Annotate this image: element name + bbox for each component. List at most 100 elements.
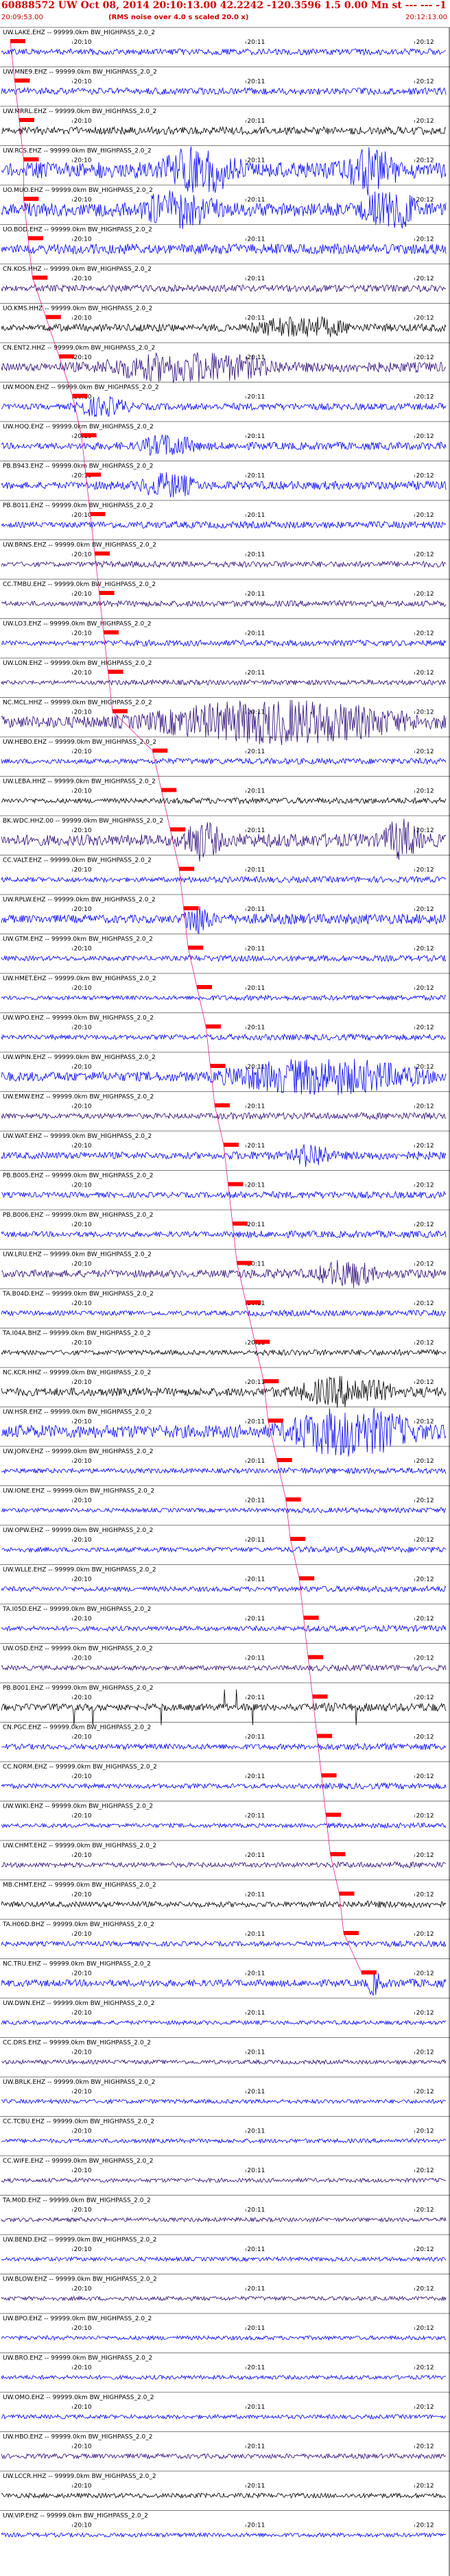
time-tick-label: 20:10 — [74, 1773, 92, 1780]
trace-label: NC.KCR.HHZ -- 99999.0km BW_HIGHPASS_2.0_… — [3, 1370, 151, 1376]
trace-label: NC.TRU.EHZ -- 99999.0km BW_HIGHPASS_2.0_… — [3, 1961, 151, 1968]
time-tick-label: 20:11 — [247, 1655, 265, 1662]
time-tick-label: 20:12 — [416, 552, 434, 559]
waveform — [1, 190, 447, 230]
waveform — [1, 315, 447, 337]
time-tick-label: 20:10 — [74, 512, 92, 519]
pick-marker — [81, 433, 97, 437]
pick-marker — [113, 709, 128, 714]
time-tick-label: 20:10 — [74, 827, 92, 834]
time-tick-label: 20:12 — [416, 827, 434, 834]
time-tick-label: 20:12 — [416, 2167, 434, 2174]
time-tick-label: 20:10 — [74, 1655, 92, 1662]
pick-marker — [343, 1931, 359, 1935]
pick-marker — [19, 118, 34, 122]
time-tick-label: 20:11 — [247, 2010, 265, 2017]
time-tick-label: 20:12 — [416, 1340, 434, 1347]
time-tick-label: 20:11 — [247, 749, 265, 755]
time-tick-label: 20:12 — [416, 1379, 434, 1386]
trace-label: UW.HBO.EHZ -- 99999.0km BW_HIGHPASS_2.0_… — [3, 2434, 152, 2441]
waveform — [1, 472, 447, 498]
time-tick-label: 20:10 — [74, 1616, 92, 1623]
time-tick-label: 20:11 — [247, 1616, 265, 1623]
time-tick-label: 20:10 — [74, 2444, 92, 2451]
waveform — [1, 1376, 447, 1408]
pick-marker — [268, 1418, 283, 1423]
trace-label: UW.EMW.EHZ -- 99999.0km BW_HIGHPASS_2.0_… — [3, 1094, 154, 1101]
waveform — [1, 243, 447, 255]
waveform — [1, 906, 447, 934]
trace-label: TA.I05D.EHZ -- 99999.0km BW_HIGHPASS_2.0… — [2, 1606, 151, 1613]
time-tick-label: 20:12 — [416, 1892, 434, 1899]
time-tick-label: 20:11 — [247, 1931, 265, 1938]
time-tick-label: 20:12 — [416, 1300, 434, 1307]
trace-label: UW.WAT.EHZ -- 99999.0km BW_HIGHPASS_2.0_… — [3, 1133, 152, 1140]
trace-label: CC.DRS.EHZ -- 99999.0km BW_HIGHPASS_2.0_… — [3, 2040, 151, 2047]
waveform — [1, 2295, 447, 2302]
time-tick-label: 20:10 — [74, 591, 92, 598]
time-tick-label: 20:12 — [416, 1616, 434, 1623]
time-tick-label: 20:11 — [247, 1892, 265, 1899]
waveform — [1, 2335, 446, 2342]
trace-label: PB.B001.EHZ -- 99999.0km BW_HIGHPASS_2.0… — [3, 1685, 153, 1692]
waveform — [1, 1970, 447, 1996]
trace-label: UW.BRLK.EHZ -- 99999.0km BW_HIGHPASS_2.0… — [3, 2079, 155, 2086]
time-tick-label: 20:10 — [74, 749, 92, 755]
time-tick-label: 20:12 — [416, 867, 434, 874]
time-tick-label: 20:10 — [74, 1143, 92, 1150]
waveform — [1, 2531, 447, 2538]
waveform — [1, 1585, 447, 1593]
time-tick-label: 20:10 — [74, 2207, 92, 2214]
time-tick-label: 20:11 — [247, 1498, 265, 1505]
time-tick-label: 20:10 — [74, 1379, 92, 1386]
trace-label: UW.WPIN.EHZ -- 99999.0km BW_HIGHPASS_2.0… — [3, 1054, 156, 1061]
pick-marker — [59, 354, 75, 359]
pick-marker — [99, 591, 115, 595]
time-tick-label: 20:12 — [416, 1419, 434, 1426]
pick-marker — [27, 236, 43, 241]
trace-label: CN.PGC.EHZ -- 99999.0km BW_HIGHPASS_2.0_… — [3, 1725, 151, 1731]
time-tick-label: 20:11 — [247, 1458, 265, 1465]
waveform — [1, 1348, 447, 1357]
waveform — [1, 1742, 447, 1751]
time-tick-label: 20:11 — [247, 1182, 265, 1189]
waveform — [1, 2492, 447, 2499]
waveform — [1, 639, 447, 647]
time-tick-label: 20:11 — [247, 552, 265, 559]
waveform — [1, 1689, 447, 1725]
pick-marker — [263, 1379, 279, 1383]
time-tick-label: 20:12 — [416, 2089, 434, 2095]
time-tick-label: 20:10 — [74, 1734, 92, 1741]
time-tick-label: 20:10 — [74, 1340, 92, 1347]
pick-marker — [321, 1773, 337, 1777]
time-tick-label: 20:10 — [74, 1300, 92, 1307]
pick-marker — [206, 1024, 222, 1029]
pick-marker — [246, 1300, 261, 1304]
time-tick-label: 20:12 — [416, 2483, 434, 2490]
time-tick-label: 20:11 — [247, 197, 265, 204]
time-tick-label: 20:10 — [74, 1419, 92, 1426]
pick-marker — [183, 906, 199, 910]
trace-label: UW.LON.EHZ -- 99999.0km BW_HIGHPASS_2.0_… — [3, 660, 152, 667]
time-tick-label: 20:12 — [416, 591, 434, 598]
trace-label: CN.KOS.HHZ -- 99999.0km BW_HIGHPASS_2.0_… — [3, 266, 152, 273]
pick-marker — [339, 1891, 355, 1896]
time-tick-label: 20:12 — [416, 2010, 434, 2017]
waveform — [1, 2216, 447, 2223]
trace-label: UW.MOON.EHZ -- 99999.0km BW_HIGHPASS_2.0… — [3, 385, 159, 391]
time-tick-label: 20:11 — [247, 2246, 265, 2253]
time-tick-label: 20:11 — [247, 1971, 265, 1978]
trace-label: UW.BLOW.EHZ -- 99999.0km BW_HIGHPASS_2.0… — [3, 2276, 157, 2283]
trace-label: UO.BOD.EHZ -- 99999.0km BW_HIGHPASS_2.0_… — [3, 227, 152, 234]
time-tick-label: 20:12 — [416, 1064, 434, 1071]
pick-marker — [161, 788, 177, 792]
pick-marker — [326, 1812, 342, 1817]
time-tick-label: 20:12 — [416, 473, 434, 480]
trace-label: UO.MUO.EHZ -- 99999.0km BW_HIGHPASS_2.0_… — [3, 187, 153, 194]
time-tick-label: 20:11 — [247, 2523, 265, 2529]
time-tick-label: 20:10 — [74, 906, 92, 913]
trace-label: UW.LAKE.EHZ -- 99999.0km BW_HIGHPASS_2.0… — [3, 29, 155, 36]
time-tick-label: 20:10 — [74, 2089, 92, 2095]
time-tick-label: 20:10 — [74, 1222, 92, 1228]
time-tick-label: 20:11 — [247, 1813, 265, 1820]
